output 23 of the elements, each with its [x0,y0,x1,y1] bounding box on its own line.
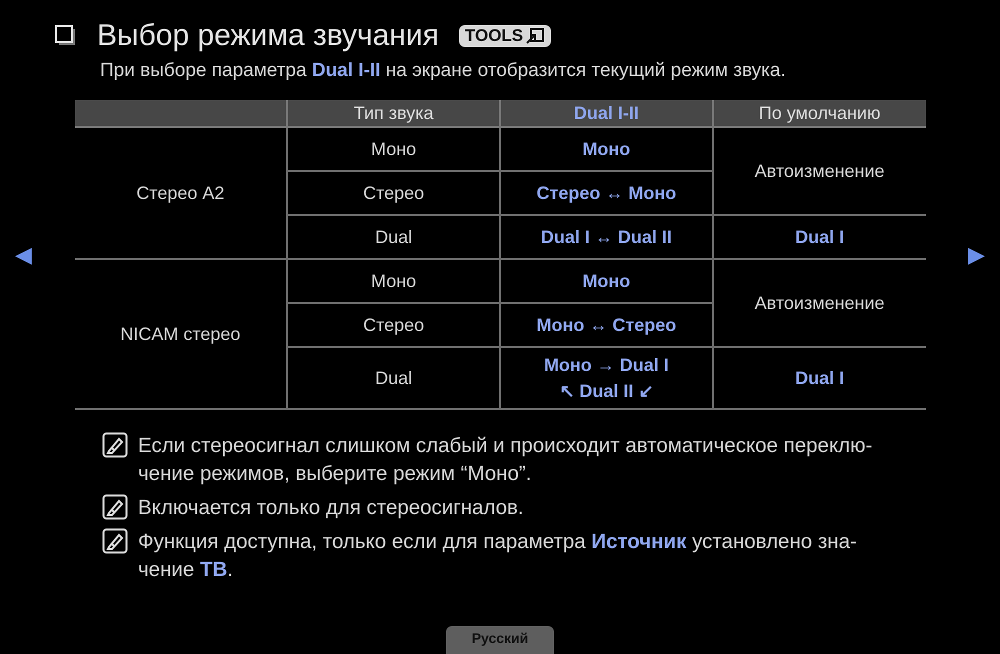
table-header-cell: Dual I-II [500,100,713,127]
table-cell: Моно [500,127,713,171]
table-cell: Стерео [287,171,500,215]
table-cell: Моно [287,259,500,303]
next-page-button[interactable]: ▶ [968,242,985,268]
table-cell: Dual [287,347,500,410]
table-cell: Dual [287,215,500,259]
note-text: Функция доступна, только если для параметра Источник установлено зна- чение ТВ. [138,529,857,584]
table-cell: Dual I ↔ Dual II [500,215,713,259]
table-cell: NICAM стерео [74,259,288,410]
previous-page-button[interactable]: ◀ [15,242,32,268]
table-cell: Моно → Dual I ↖ Dual II ↙ [500,347,713,410]
table-header-cell: По умолчанию [712,100,926,127]
table-cell: Стерео A2 [74,127,288,259]
table-cell: Стерео [287,303,500,347]
page-title: Выбор режима звучания [97,19,439,53]
note-text: Если стереосигнал слишком слабый и происходит автоматическое переклю- чение режимов, выберите режим “Моно”. [138,433,872,488]
tools-badge: TOOLS [458,25,552,47]
table-cell: Моно [500,259,713,303]
table-cell: Моно [287,127,500,171]
table-header-cell: Тип звука [287,100,500,127]
description-text: При выборе параметра Dual I-II на экране отобразится текущий режим звука. [100,60,787,82]
note-text: Включается только для стереосигналов. [138,495,524,522]
